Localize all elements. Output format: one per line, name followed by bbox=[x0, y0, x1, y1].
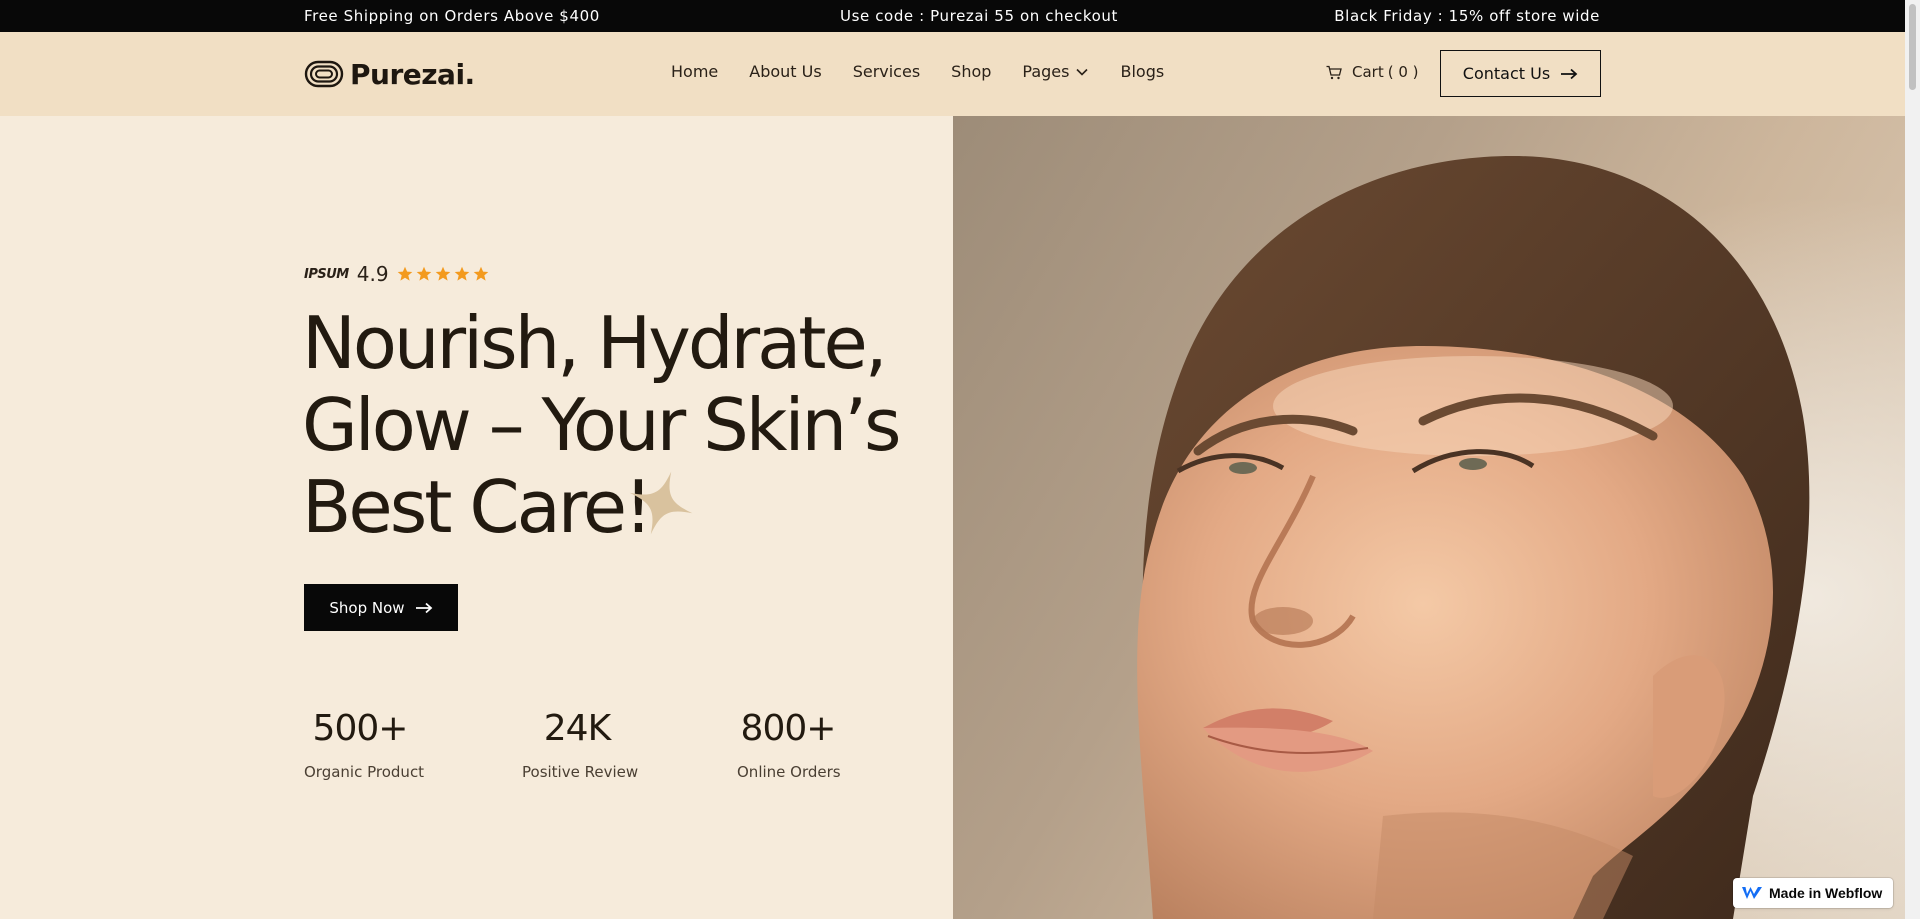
main-nav: Home About Us Services Shop Pages Blogs bbox=[671, 62, 1164, 81]
star-icon bbox=[473, 266, 488, 281]
stat-label: Online Orders bbox=[737, 763, 841, 781]
shop-now-label: Shop Now bbox=[329, 598, 405, 617]
page-scrollbar[interactable] bbox=[1905, 0, 1920, 919]
announcement-sale: Black Friday : 15% off store wide bbox=[1334, 7, 1600, 25]
chevron-down-icon bbox=[1076, 68, 1089, 76]
announcement-shipping: Free Shipping on Orders Above $400 bbox=[304, 7, 600, 25]
star-icon bbox=[454, 266, 469, 281]
made-in-webflow-badge[interactable]: Made in Webflow bbox=[1733, 878, 1893, 908]
hero-portrait-image bbox=[953, 116, 1905, 919]
headline-line-2: Glow – Your Skin’s bbox=[302, 383, 902, 467]
brand-logo[interactable]: Purezai. bbox=[304, 56, 475, 92]
scrollbar-thumb[interactable] bbox=[1909, 4, 1916, 90]
announcement-bar: Free Shipping on Orders Above $400 Use c… bbox=[0, 0, 1905, 32]
rating-row: IPSUM 4.9 bbox=[304, 262, 489, 286]
star-icon bbox=[435, 266, 450, 281]
hero-headline: Nourish, Hydrate, Glow – Your Skin’s Bes… bbox=[302, 301, 902, 549]
nav-services-label: Services bbox=[852, 62, 921, 81]
contact-us-button[interactable]: Contact Us bbox=[1440, 50, 1601, 97]
portrait-illustration bbox=[953, 116, 1905, 919]
badge-label: Made in Webflow bbox=[1769, 885, 1883, 901]
stat-label: Organic Product bbox=[304, 763, 425, 781]
logo-mark-icon bbox=[304, 60, 344, 88]
rating-score: 4.9 bbox=[356, 262, 389, 286]
nav-pages-label: Pages bbox=[1022, 62, 1070, 81]
nav-shop-label: Shop bbox=[951, 62, 992, 81]
cart-label: Cart bbox=[1352, 63, 1384, 81]
stat-label: Positive Review bbox=[522, 763, 639, 781]
stat-organic-product: 500+ Organic Product bbox=[304, 708, 425, 781]
stat-value: 24K bbox=[543, 708, 611, 749]
nav-services[interactable]: Services bbox=[853, 62, 920, 81]
star-icon bbox=[397, 266, 412, 281]
headline-line-3: Best Care! bbox=[302, 465, 653, 549]
rating-stars bbox=[397, 266, 489, 282]
arrow-right-icon bbox=[1561, 68, 1578, 79]
rating-brand-logo: IPSUM bbox=[304, 266, 349, 282]
arrow-right-icon bbox=[415, 602, 432, 613]
star-icon bbox=[416, 266, 431, 281]
webflow-logo-icon bbox=[1742, 887, 1762, 899]
nav-about-label: About Us bbox=[749, 62, 822, 81]
nav-home[interactable]: Home bbox=[671, 62, 718, 81]
cart-count: ( 0 ) bbox=[1387, 63, 1419, 81]
site-header: Purezai. Home About Us Services Shop Pag… bbox=[0, 32, 1905, 116]
nav-blogs-label: Blogs bbox=[1120, 62, 1165, 81]
sparkle-icon bbox=[629, 471, 693, 535]
announcement-coupon: Use code : Purezai 55 on checkout bbox=[840, 7, 1118, 25]
stat-online-orders: 800+ Online Orders bbox=[737, 708, 841, 781]
stat-value: 800+ bbox=[740, 708, 837, 749]
hero-content: IPSUM 4.9 Nourish, Hydrate, Glow – Your … bbox=[0, 116, 953, 919]
shop-now-button[interactable]: Shop Now bbox=[304, 584, 458, 631]
brand-name: Purezai. bbox=[350, 57, 475, 91]
nav-blogs[interactable]: Blogs bbox=[1120, 62, 1164, 81]
nav-home-label: Home bbox=[671, 62, 719, 81]
nav-about-us[interactable]: About Us bbox=[749, 62, 821, 81]
nav-shop[interactable]: Shop bbox=[951, 62, 991, 81]
cart-icon bbox=[1326, 65, 1342, 79]
headline-line-1: Nourish, Hydrate, bbox=[302, 301, 888, 385]
cart-link[interactable]: Cart ( 0 ) bbox=[1326, 63, 1419, 81]
contact-us-label: Contact Us bbox=[1462, 64, 1551, 83]
stat-positive-review: 24K Positive Review bbox=[522, 708, 639, 781]
nav-pages-dropdown[interactable]: Pages bbox=[1022, 62, 1089, 81]
stat-value: 500+ bbox=[312, 708, 409, 749]
